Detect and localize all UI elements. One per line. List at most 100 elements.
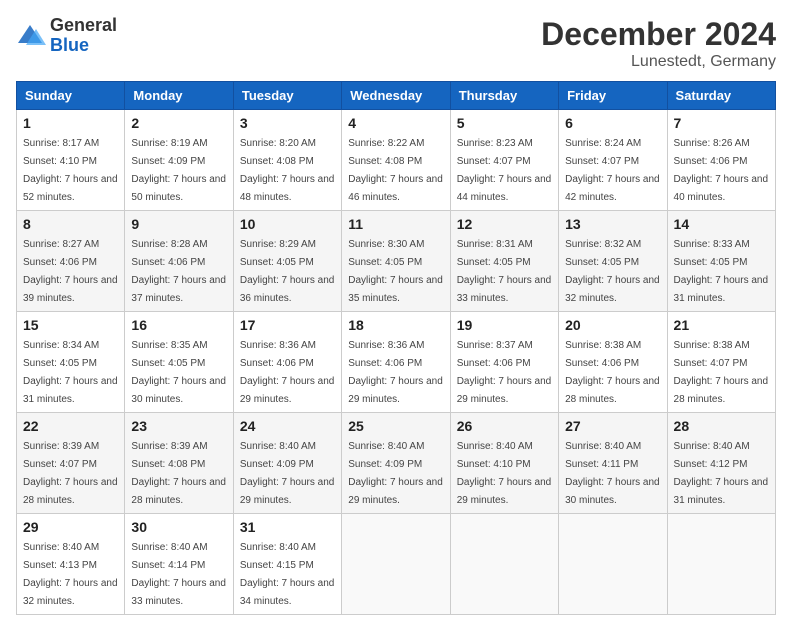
- day-detail: Sunrise: 8:40 AMSunset: 4:09 PMDaylight:…: [240, 441, 335, 506]
- day-number: 30: [131, 519, 226, 535]
- day-number: 5: [457, 115, 552, 131]
- day-number: 4: [348, 115, 443, 131]
- day-detail: Sunrise: 8:31 AMSunset: 4:05 PMDaylight:…: [457, 239, 552, 304]
- day-number: 18: [348, 317, 443, 333]
- day-detail: Sunrise: 8:40 AMSunset: 4:11 PMDaylight:…: [565, 441, 660, 506]
- day-detail: Sunrise: 8:20 AMSunset: 4:08 PMDaylight:…: [240, 138, 335, 203]
- calendar-cell: 31 Sunrise: 8:40 AMSunset: 4:15 PMDaylig…: [233, 514, 341, 615]
- logo-general: General: [50, 16, 117, 36]
- calendar-cell: 11 Sunrise: 8:30 AMSunset: 4:05 PMDaylig…: [342, 211, 450, 312]
- day-number: 17: [240, 317, 335, 333]
- day-detail: Sunrise: 8:33 AMSunset: 4:05 PMDaylight:…: [674, 239, 769, 304]
- day-detail: Sunrise: 8:38 AMSunset: 4:06 PMDaylight:…: [565, 340, 660, 405]
- day-number: 15: [23, 317, 118, 333]
- day-number: 27: [565, 418, 660, 434]
- logo-icon: [16, 21, 46, 51]
- day-number: 25: [348, 418, 443, 434]
- day-number: 23: [131, 418, 226, 434]
- calendar-cell: 9 Sunrise: 8:28 AMSunset: 4:06 PMDayligh…: [125, 211, 233, 312]
- calendar-cell: 24 Sunrise: 8:40 AMSunset: 4:09 PMDaylig…: [233, 413, 341, 514]
- calendar-week-row: 29 Sunrise: 8:40 AMSunset: 4:13 PMDaylig…: [17, 514, 776, 615]
- day-number: 29: [23, 519, 118, 535]
- day-detail: Sunrise: 8:40 AMSunset: 4:12 PMDaylight:…: [674, 441, 769, 506]
- calendar-table: SundayMondayTuesdayWednesdayThursdayFrid…: [16, 81, 776, 615]
- calendar-cell: 1 Sunrise: 8:17 AMSunset: 4:10 PMDayligh…: [17, 110, 125, 211]
- calendar-cell: 8 Sunrise: 8:27 AMSunset: 4:06 PMDayligh…: [17, 211, 125, 312]
- calendar-cell: 17 Sunrise: 8:36 AMSunset: 4:06 PMDaylig…: [233, 312, 341, 413]
- calendar-week-row: 1 Sunrise: 8:17 AMSunset: 4:10 PMDayligh…: [17, 110, 776, 211]
- weekday-header-tuesday: Tuesday: [233, 82, 341, 110]
- logo: General Blue: [16, 16, 117, 56]
- day-detail: Sunrise: 8:39 AMSunset: 4:07 PMDaylight:…: [23, 441, 118, 506]
- day-detail: Sunrise: 8:32 AMSunset: 4:05 PMDaylight:…: [565, 239, 660, 304]
- day-detail: Sunrise: 8:27 AMSunset: 4:06 PMDaylight:…: [23, 239, 118, 304]
- calendar-cell: 15 Sunrise: 8:34 AMSunset: 4:05 PMDaylig…: [17, 312, 125, 413]
- calendar-cell: [342, 514, 450, 615]
- weekday-header-monday: Monday: [125, 82, 233, 110]
- calendar-cell: 16 Sunrise: 8:35 AMSunset: 4:05 PMDaylig…: [125, 312, 233, 413]
- day-number: 20: [565, 317, 660, 333]
- calendar-week-row: 8 Sunrise: 8:27 AMSunset: 4:06 PMDayligh…: [17, 211, 776, 312]
- day-detail: Sunrise: 8:24 AMSunset: 4:07 PMDaylight:…: [565, 138, 660, 203]
- calendar-cell: 20 Sunrise: 8:38 AMSunset: 4:06 PMDaylig…: [559, 312, 667, 413]
- day-number: 6: [565, 115, 660, 131]
- calendar-cell: 22 Sunrise: 8:39 AMSunset: 4:07 PMDaylig…: [17, 413, 125, 514]
- location-title: Lunestedt, Germany: [541, 53, 776, 71]
- day-detail: Sunrise: 8:37 AMSunset: 4:06 PMDaylight:…: [457, 340, 552, 405]
- calendar-cell: 5 Sunrise: 8:23 AMSunset: 4:07 PMDayligh…: [450, 110, 558, 211]
- day-number: 19: [457, 317, 552, 333]
- title-area: December 2024 Lunestedt, Germany: [541, 16, 776, 71]
- day-detail: Sunrise: 8:26 AMSunset: 4:06 PMDaylight:…: [674, 138, 769, 203]
- calendar-cell: 23 Sunrise: 8:39 AMSunset: 4:08 PMDaylig…: [125, 413, 233, 514]
- calendar-cell: 4 Sunrise: 8:22 AMSunset: 4:08 PMDayligh…: [342, 110, 450, 211]
- calendar-cell: 29 Sunrise: 8:40 AMSunset: 4:13 PMDaylig…: [17, 514, 125, 615]
- day-number: 14: [674, 216, 769, 232]
- day-detail: Sunrise: 8:35 AMSunset: 4:05 PMDaylight:…: [131, 340, 226, 405]
- page-header: General Blue December 2024 Lunestedt, Ge…: [16, 16, 776, 71]
- day-number: 28: [674, 418, 769, 434]
- day-detail: Sunrise: 8:17 AMSunset: 4:10 PMDaylight:…: [23, 138, 118, 203]
- weekday-header-row: SundayMondayTuesdayWednesdayThursdayFrid…: [17, 82, 776, 110]
- day-number: 13: [565, 216, 660, 232]
- calendar-cell: 18 Sunrise: 8:36 AMSunset: 4:06 PMDaylig…: [342, 312, 450, 413]
- calendar-cell: 30 Sunrise: 8:40 AMSunset: 4:14 PMDaylig…: [125, 514, 233, 615]
- weekday-header-saturday: Saturday: [667, 82, 775, 110]
- month-title: December 2024: [541, 16, 776, 53]
- calendar-cell: [667, 514, 775, 615]
- calendar-cell: 27 Sunrise: 8:40 AMSunset: 4:11 PMDaylig…: [559, 413, 667, 514]
- day-detail: Sunrise: 8:39 AMSunset: 4:08 PMDaylight:…: [131, 441, 226, 506]
- weekday-header-sunday: Sunday: [17, 82, 125, 110]
- weekday-header-thursday: Thursday: [450, 82, 558, 110]
- weekday-header-wednesday: Wednesday: [342, 82, 450, 110]
- day-detail: Sunrise: 8:29 AMSunset: 4:05 PMDaylight:…: [240, 239, 335, 304]
- day-number: 21: [674, 317, 769, 333]
- day-number: 26: [457, 418, 552, 434]
- day-detail: Sunrise: 8:38 AMSunset: 4:07 PMDaylight:…: [674, 340, 769, 405]
- day-number: 1: [23, 115, 118, 131]
- calendar-cell: 28 Sunrise: 8:40 AMSunset: 4:12 PMDaylig…: [667, 413, 775, 514]
- calendar-cell: 3 Sunrise: 8:20 AMSunset: 4:08 PMDayligh…: [233, 110, 341, 211]
- calendar-cell: 12 Sunrise: 8:31 AMSunset: 4:05 PMDaylig…: [450, 211, 558, 312]
- day-detail: Sunrise: 8:40 AMSunset: 4:15 PMDaylight:…: [240, 542, 335, 607]
- day-number: 31: [240, 519, 335, 535]
- weekday-header-friday: Friday: [559, 82, 667, 110]
- day-detail: Sunrise: 8:36 AMSunset: 4:06 PMDaylight:…: [348, 340, 443, 405]
- calendar-cell: 25 Sunrise: 8:40 AMSunset: 4:09 PMDaylig…: [342, 413, 450, 514]
- day-number: 10: [240, 216, 335, 232]
- day-number: 12: [457, 216, 552, 232]
- day-number: 11: [348, 216, 443, 232]
- calendar-week-row: 15 Sunrise: 8:34 AMSunset: 4:05 PMDaylig…: [17, 312, 776, 413]
- day-number: 7: [674, 115, 769, 131]
- calendar-cell: 19 Sunrise: 8:37 AMSunset: 4:06 PMDaylig…: [450, 312, 558, 413]
- day-number: 24: [240, 418, 335, 434]
- calendar-cell: 14 Sunrise: 8:33 AMSunset: 4:05 PMDaylig…: [667, 211, 775, 312]
- calendar-cell: [450, 514, 558, 615]
- day-detail: Sunrise: 8:36 AMSunset: 4:06 PMDaylight:…: [240, 340, 335, 405]
- day-detail: Sunrise: 8:40 AMSunset: 4:09 PMDaylight:…: [348, 441, 443, 506]
- logo-blue: Blue: [50, 36, 117, 56]
- day-detail: Sunrise: 8:22 AMSunset: 4:08 PMDaylight:…: [348, 138, 443, 203]
- calendar-cell: 2 Sunrise: 8:19 AMSunset: 4:09 PMDayligh…: [125, 110, 233, 211]
- calendar-cell: 10 Sunrise: 8:29 AMSunset: 4:05 PMDaylig…: [233, 211, 341, 312]
- day-number: 8: [23, 216, 118, 232]
- calendar-cell: 13 Sunrise: 8:32 AMSunset: 4:05 PMDaylig…: [559, 211, 667, 312]
